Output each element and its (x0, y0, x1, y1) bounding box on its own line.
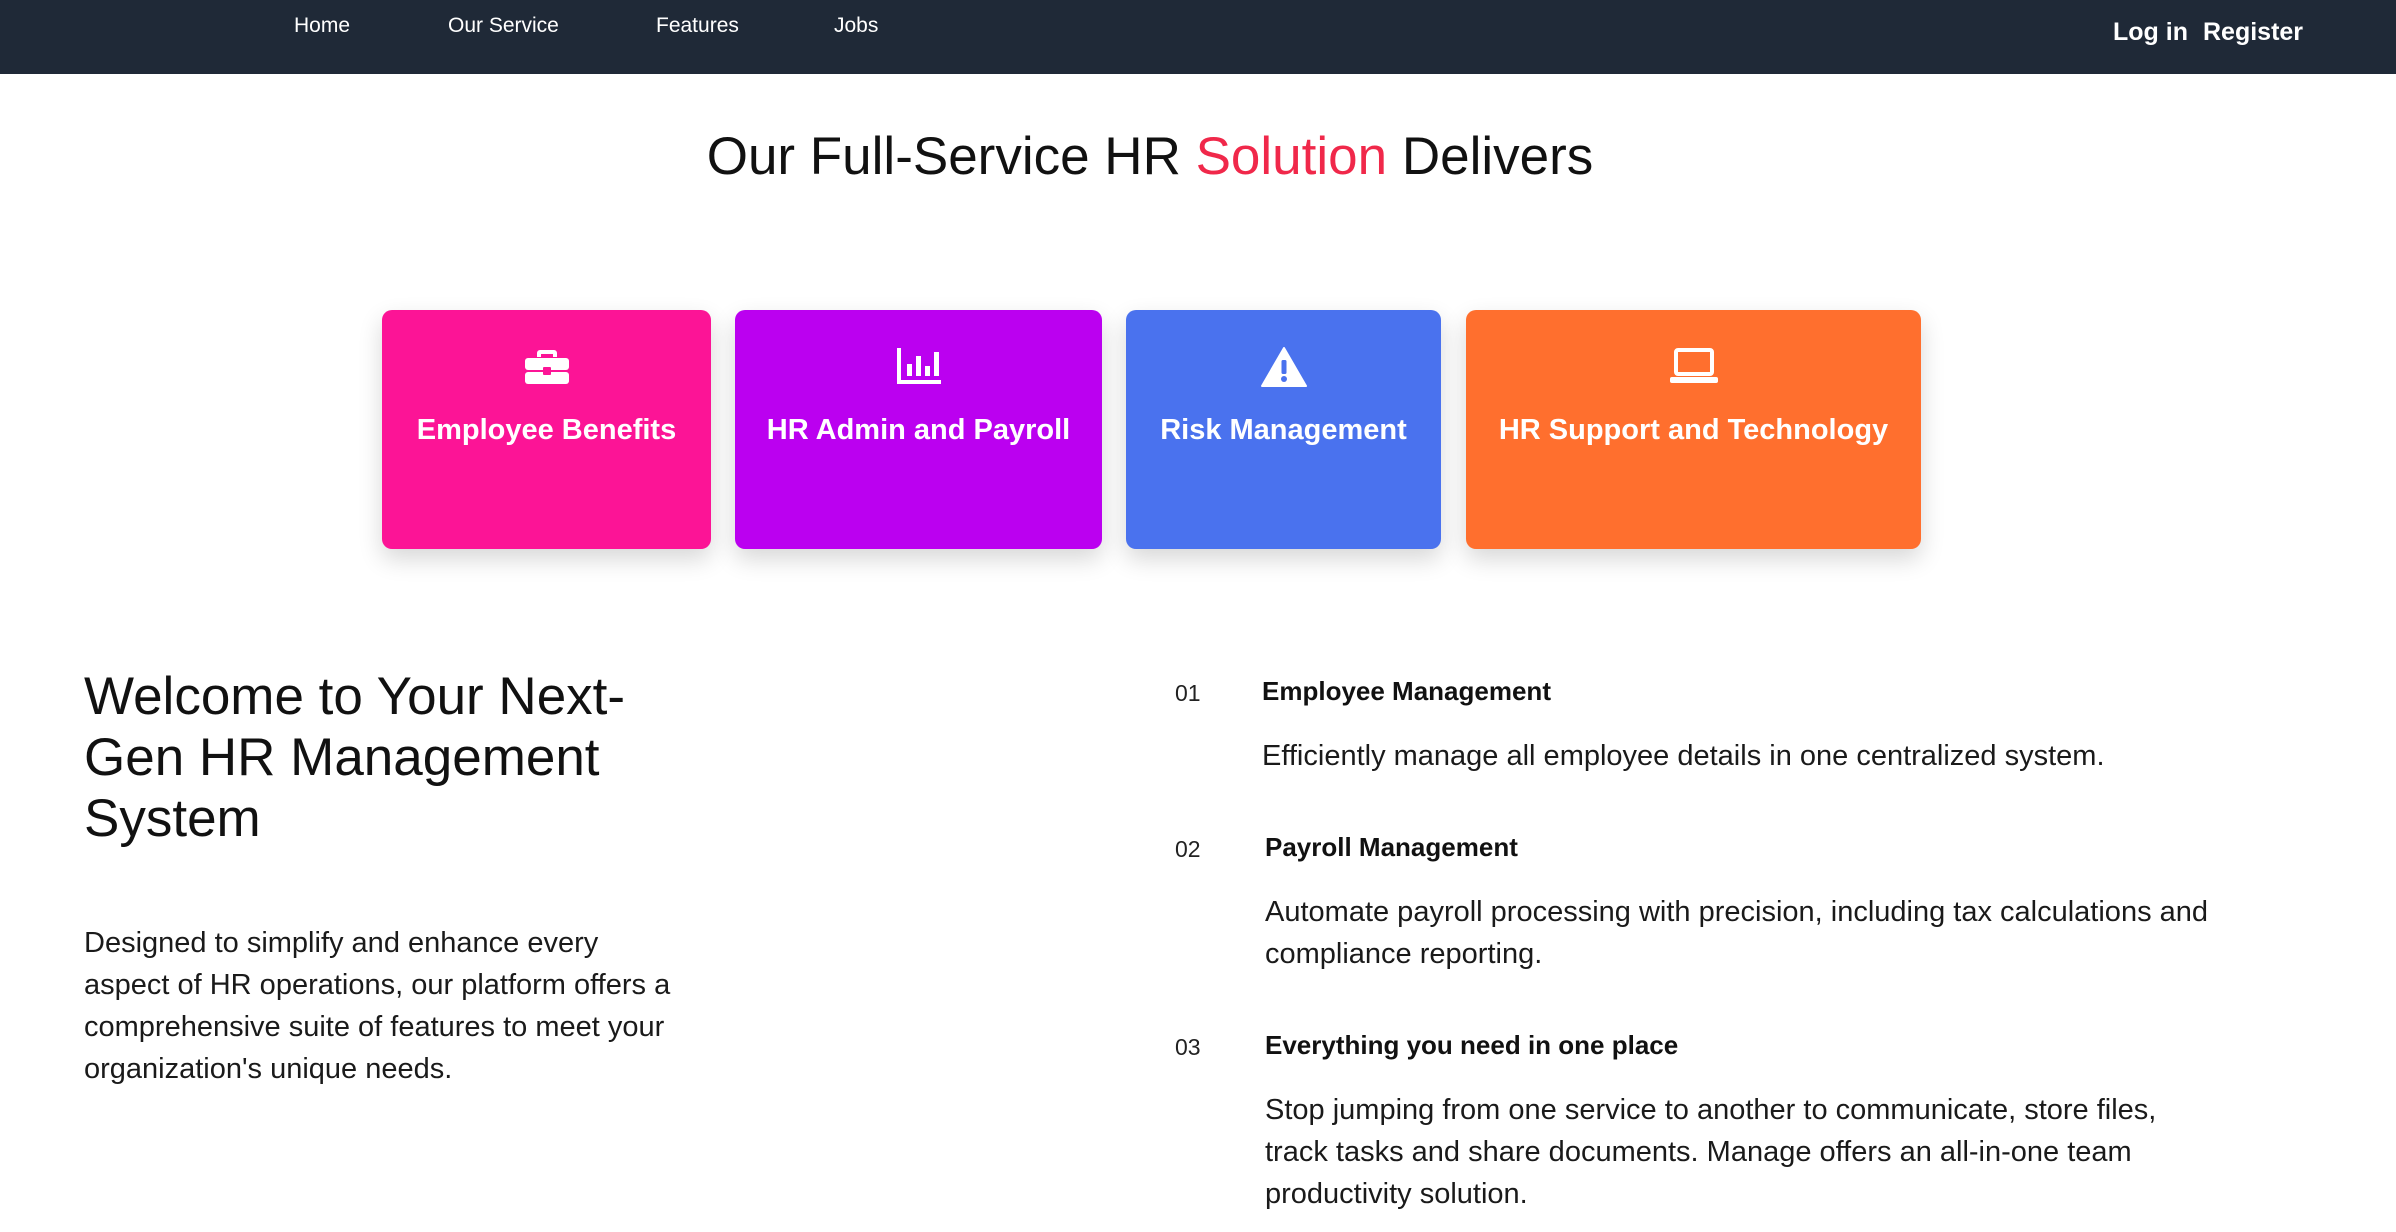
bar-chart-icon (735, 346, 1102, 390)
feature-number: 02 (1175, 836, 1201, 862)
card-hr-support-technology[interactable]: HR Support and Technology (1466, 310, 1921, 549)
feature-number: 01 (1175, 680, 1201, 706)
feature-description: Efficiently manage all employee details … (1262, 740, 2105, 772)
feature-title: Payroll Management (1265, 832, 1518, 862)
card-employee-benefits[interactable]: Employee Benefits (382, 310, 711, 549)
feature-description: Automate payroll processing with precisi… (1265, 896, 2209, 970)
briefcase-icon (382, 346, 711, 390)
section-title-accent: Solution (1195, 127, 1388, 186)
card-hr-admin-payroll[interactable]: HR Admin and Payroll (735, 310, 1102, 549)
nav-our-service-link[interactable]: Our Service (448, 14, 559, 38)
section-title: Our Full-Service HR Solution Delivers (0, 126, 2300, 187)
register-link[interactable]: Register (2203, 18, 2303, 47)
laptop-icon (1466, 346, 1921, 390)
feature-description: Stop jumping from one service to another… (1265, 1094, 2157, 1210)
welcome-description: Designed to simplify and enhance every a… (84, 927, 671, 1085)
feature-number: 03 (1175, 1034, 1201, 1060)
card-label: Employee Benefits (416, 414, 677, 446)
card-label: Risk Management (1160, 414, 1407, 446)
card-risk-management[interactable]: Risk Management (1126, 310, 1441, 549)
section-title-end: Delivers (1387, 127, 1594, 186)
login-link[interactable]: Log in (2113, 18, 2188, 47)
card-label: HR Admin and Payroll (766, 414, 1071, 446)
top-nav-bar: Home Our Service Features Jobs Log in Re… (0, 0, 2396, 74)
nav-features-link[interactable]: Features (656, 14, 739, 38)
nav-jobs-link[interactable]: Jobs (834, 14, 878, 38)
feature-title: Everything you need in one place (1265, 1030, 1679, 1060)
feature-title: Employee Management (1262, 676, 1551, 706)
warning-icon (1126, 346, 1441, 390)
nav-home-link[interactable]: Home (294, 14, 350, 38)
section-title-start: Our Full-Service HR (706, 127, 1196, 186)
welcome-heading: Welcome to Your Next-Gen HR Management S… (84, 667, 626, 848)
card-label: HR Support and Technology (1498, 414, 1889, 446)
